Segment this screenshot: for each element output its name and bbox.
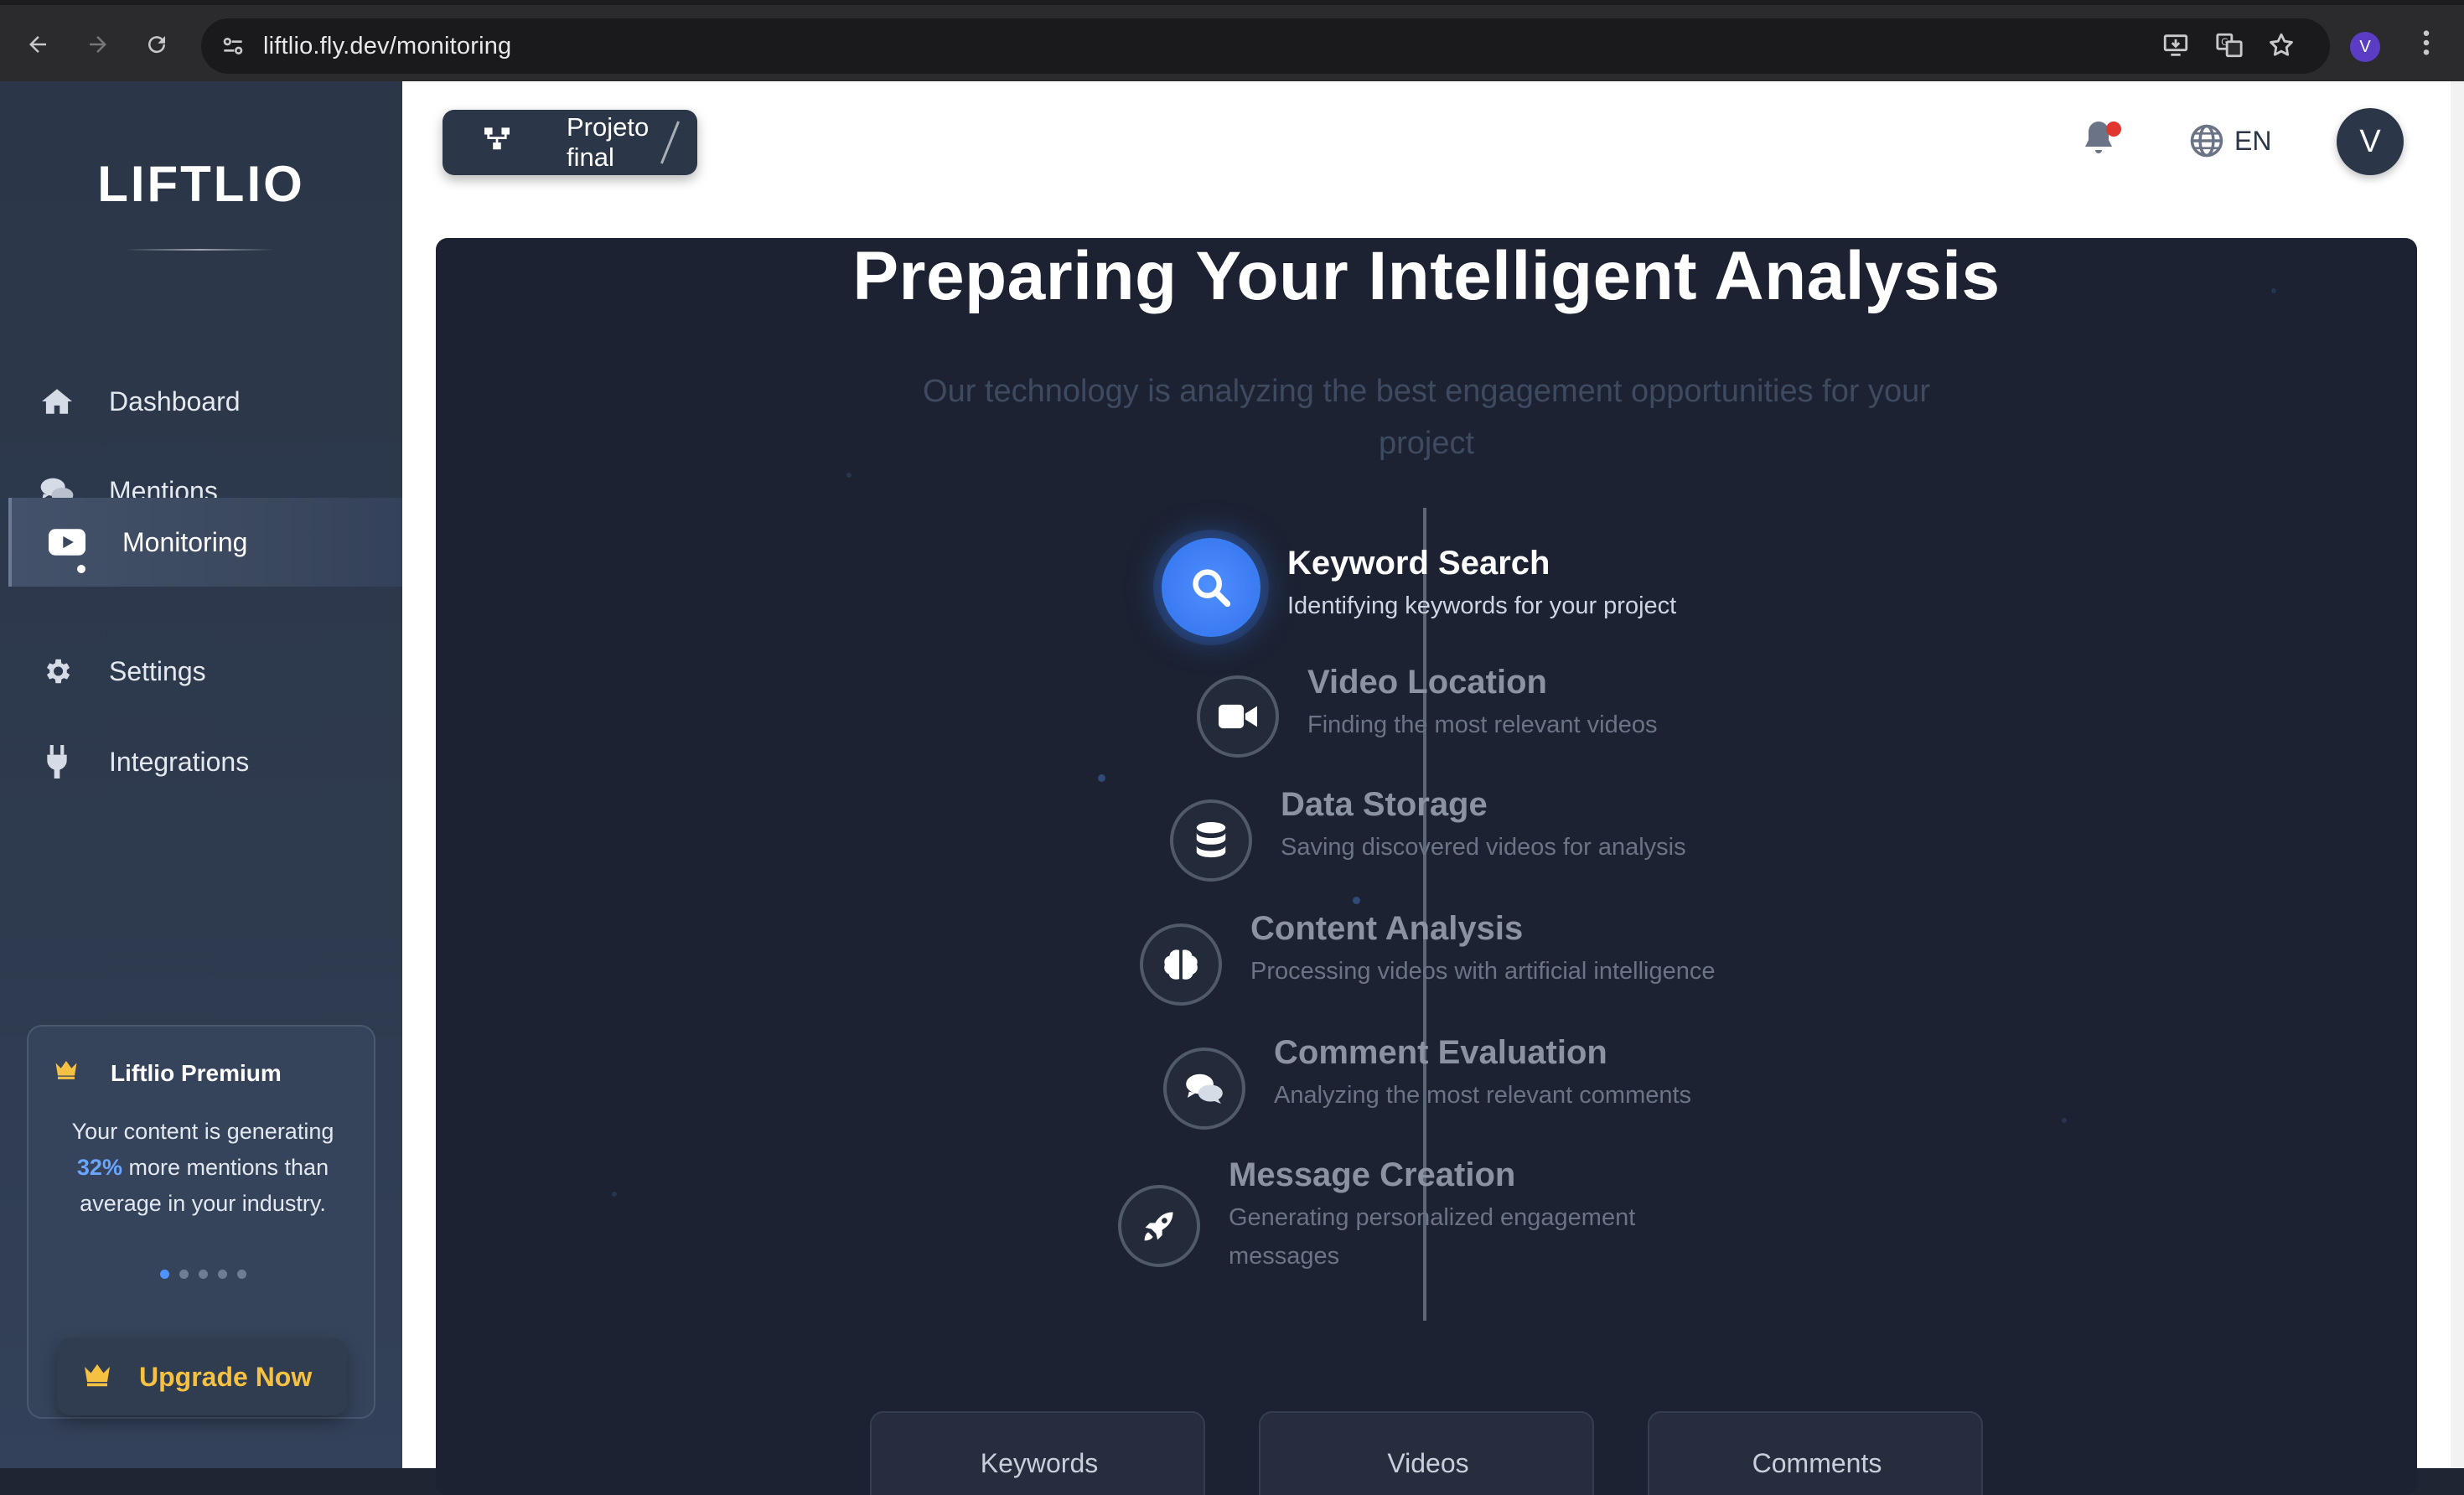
youtube-play-icon (49, 524, 85, 561)
project-tree-icon (483, 127, 511, 156)
stat-card-label: Comments (1752, 1448, 1882, 1478)
language-code: EN (2234, 125, 2272, 156)
comments-icon (1163, 1048, 1245, 1130)
search-icon (1162, 538, 1260, 637)
gear-icon (39, 653, 75, 690)
video-camera-icon (1197, 675, 1279, 758)
forward-button[interactable] (80, 27, 116, 62)
app-logo[interactable]: LIFTLIO (0, 155, 402, 213)
sidebar-item-label: Settings (109, 655, 206, 686)
logo-divider (124, 249, 275, 251)
step-title: Message Creation (1229, 1156, 1516, 1193)
analysis-panel: Preparing Your Intelligent Analysis Our … (436, 238, 2417, 1495)
rocket-icon (1118, 1185, 1200, 1267)
language-selector[interactable]: EN (2189, 123, 2271, 158)
globe-icon (2190, 124, 2223, 158)
premium-title: Liftlio Premium (111, 1060, 282, 1086)
background-particle (846, 473, 852, 478)
stat-card-label: Keywords (980, 1448, 1099, 1478)
sidebar-item-label: Monitoring (122, 526, 248, 557)
step-title: Content Analysis (1250, 910, 1524, 947)
step-description: Analyzing the most relevant comments (1274, 1082, 1692, 1109)
carousel-dots (28, 1270, 377, 1279)
user-avatar[interactable]: V (2337, 108, 2404, 175)
carousel-dot[interactable] (236, 1270, 246, 1279)
step-description: Generating personalized engagement messa… (1229, 1204, 1636, 1270)
brain-icon (1140, 923, 1222, 1006)
active-indicator-dot (77, 565, 85, 573)
step-description: Identifying keywords for your project (1287, 592, 1677, 619)
notification-badge (2106, 122, 2121, 137)
step-title: Comment Evaluation (1274, 1034, 1607, 1071)
background-particle (612, 1192, 617, 1197)
browser-toolbar: liftlio.fly.dev/monitoring G V (0, 0, 2464, 81)
sidebar-item-label: Dashboard (109, 385, 241, 416)
stat-card-label: Videos (1387, 1448, 1469, 1478)
back-arrow-icon (29, 36, 46, 53)
address-bar[interactable]: liftlio.fly.dev/monitoring (201, 18, 2330, 74)
crown-icon (54, 1058, 79, 1084)
sidebar-item-settings[interactable]: Settings (8, 628, 402, 715)
upgrade-label: Upgrade Now (139, 1361, 313, 1392)
step-description: Saving discovered videos for analysis (1281, 834, 1686, 861)
browser-menu-icon[interactable] (2422, 28, 2430, 62)
step-title: Video Location (1307, 664, 1547, 701)
background-particle (1353, 897, 1360, 904)
premium-percent: 32% (76, 1155, 122, 1180)
home-icon (39, 383, 75, 420)
stat-card-videos: Videos (1259, 1411, 1594, 1495)
plug-icon (39, 743, 75, 780)
page-subtitle: Our technology is analyzing the best eng… (923, 374, 1930, 461)
browser-profile-avatar[interactable]: V (2350, 32, 2380, 62)
background-particle (1098, 774, 1105, 782)
database-icon (1170, 799, 1252, 882)
premium-card: Liftlio Premium Your content is generati… (27, 1025, 375, 1419)
carousel-dot[interactable] (179, 1270, 189, 1279)
project-selector-button[interactable]: Projeto final (443, 110, 697, 175)
sidebar-item-label: Integrations (109, 746, 250, 777)
carousel-dot[interactable] (217, 1270, 227, 1279)
step-title: Data Storage (1281, 786, 1488, 823)
page-scrollbar[interactable] (2451, 81, 2464, 1468)
page-title: Preparing Your Intelligent Analysis (852, 238, 2001, 314)
sidebar-item-integrations[interactable]: Integrations (8, 718, 402, 805)
background-particle (2062, 1118, 2067, 1123)
translate-icon[interactable]: G (2213, 28, 2246, 62)
upgrade-now-button[interactable]: Upgrade Now (57, 1338, 347, 1415)
reload-button[interactable] (139, 27, 174, 62)
step-description: Processing videos with artificial intell… (1250, 958, 1716, 985)
install-app-icon[interactable] (2159, 28, 2192, 62)
back-button[interactable] (20, 27, 55, 62)
crown-icon (82, 1362, 112, 1391)
bookmark-star-icon[interactable] (2265, 28, 2298, 62)
top-header: Projeto final EN V (402, 81, 2451, 204)
stat-card-keywords: Keywords (870, 1411, 1205, 1495)
premium-message: Your content is generating 32% more ment… (71, 1119, 334, 1216)
stat-card-comments: Comments (1648, 1411, 1983, 1495)
carousel-dot[interactable] (198, 1270, 208, 1279)
forward-arrow-icon (90, 36, 106, 53)
site-settings-icon[interactable] (220, 33, 246, 59)
carousel-dot[interactable] (159, 1270, 169, 1279)
reload-icon (148, 36, 166, 54)
sidebar-item-monitoring[interactable]: Monitoring (8, 498, 402, 587)
svg-text:G: G (2221, 36, 2228, 48)
step-title: Keyword Search (1287, 545, 1550, 582)
step-description: Finding the most relevant videos (1307, 711, 1658, 738)
url-text[interactable]: liftlio.fly.dev/monitoring (263, 33, 511, 60)
sidebar-item-dashboard[interactable]: Dashboard (8, 358, 402, 445)
sidebar: LIFTLIO Dashboard Mentions Monitoring Se… (0, 81, 402, 1468)
